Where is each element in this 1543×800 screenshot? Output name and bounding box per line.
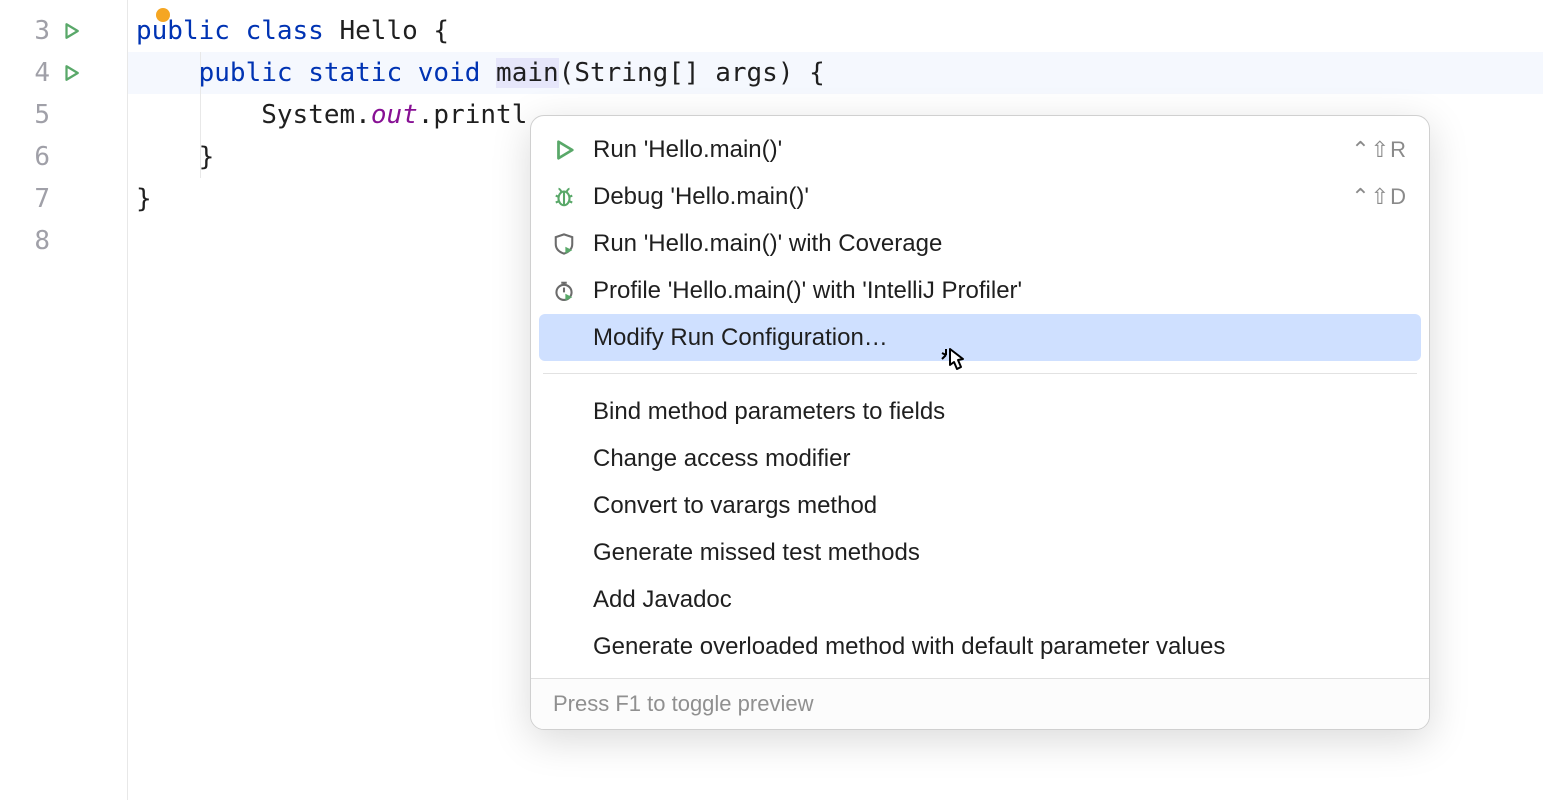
params: (String[] args) {: [559, 58, 825, 88]
menu-section-refactor: Bind method parameters to fields Change …: [531, 378, 1429, 678]
menu-separator: [543, 373, 1417, 374]
method-name: main: [496, 58, 559, 88]
gutter: 3 4 5 6 7 8: [0, 0, 128, 800]
menu-shortcut: ⌃⇧D: [1351, 184, 1407, 210]
menu-label: Convert to varargs method: [593, 492, 1407, 520]
menu-label: Change access modifier: [593, 445, 1407, 473]
indent: [136, 100, 261, 130]
menu-item-coverage[interactable]: Run 'Hello.main()' with Coverage: [531, 220, 1429, 267]
menu-label: Generate missed test methods: [593, 539, 1407, 567]
method-call: .printl: [418, 100, 528, 130]
menu-label: Modify Run Configuration…: [593, 324, 1407, 352]
class-name: Hello: [340, 16, 418, 46]
gutter-row[interactable]: 3: [0, 10, 127, 52]
line-number: 6: [30, 142, 50, 172]
code-line-highlighted[interactable]: public static void main(String[] args) {: [128, 52, 1543, 94]
menu-item-profile[interactable]: Profile 'Hello.main()' with 'IntelliJ Pr…: [531, 267, 1429, 314]
field: out: [371, 100, 418, 130]
shield-run-icon: [553, 233, 593, 255]
line-number: 4: [30, 58, 50, 88]
run-icon: [553, 139, 593, 161]
line-number: 5: [30, 100, 50, 130]
menu-label: Profile 'Hello.main()' with 'IntelliJ Pr…: [593, 277, 1407, 305]
identifier: System.: [261, 100, 371, 130]
context-menu: Run 'Hello.main()' ⌃⇧R Debug 'Hello.main…: [530, 115, 1430, 730]
run-icon[interactable]: [62, 64, 80, 82]
gutter-row[interactable]: 4: [0, 52, 127, 94]
menu-label: Generate overloaded method with default …: [593, 633, 1407, 661]
menu-section-run: Run 'Hello.main()' ⌃⇧R Debug 'Hello.main…: [531, 116, 1429, 369]
menu-item-add-javadoc[interactable]: Add Javadoc: [531, 576, 1429, 623]
menu-item-debug[interactable]: Debug 'Hello.main()' ⌃⇧D: [531, 173, 1429, 220]
menu-footer: Press F1 to toggle preview: [531, 678, 1429, 729]
menu-label: Run 'Hello.main()' with Coverage: [593, 230, 1407, 258]
warning-indicator-icon[interactable]: [156, 8, 170, 22]
menu-item-bind-params[interactable]: Bind method parameters to fields: [531, 388, 1429, 435]
menu-item-generate-tests[interactable]: Generate missed test methods: [531, 529, 1429, 576]
bug-icon: [553, 186, 593, 208]
menu-label: Add Javadoc: [593, 586, 1407, 614]
indent: [136, 142, 199, 172]
gutter-row[interactable]: 6: [0, 136, 127, 178]
footer-hint: Press F1 to toggle preview: [553, 691, 813, 716]
line-number: 7: [30, 184, 50, 214]
menu-item-run[interactable]: Run 'Hello.main()' ⌃⇧R: [531, 126, 1429, 173]
run-icon[interactable]: [62, 22, 80, 40]
gutter-row[interactable]: 5: [0, 94, 127, 136]
code-line[interactable]: public class Hello {: [128, 10, 1543, 52]
menu-item-generate-overload[interactable]: Generate overloaded method with default …: [531, 623, 1429, 670]
menu-shortcut: ⌃⇧R: [1351, 137, 1407, 163]
line-number: 8: [30, 226, 50, 256]
menu-item-varargs[interactable]: Convert to varargs method: [531, 482, 1429, 529]
indent-guide: [200, 52, 201, 178]
menu-item-modify-config[interactable]: Modify Run Configuration…: [539, 314, 1421, 361]
menu-label: Bind method parameters to fields: [593, 398, 1407, 426]
gutter-row[interactable]: 7: [0, 178, 127, 220]
menu-item-access-modifier[interactable]: Change access modifier: [531, 435, 1429, 482]
keyword: public static void: [199, 58, 496, 88]
line-number: 3: [30, 16, 50, 46]
indent: [136, 58, 199, 88]
brace: }: [136, 184, 152, 214]
menu-label: Run 'Hello.main()': [593, 136, 1351, 164]
menu-label: Debug 'Hello.main()': [593, 183, 1351, 211]
gutter-row[interactable]: 8: [0, 220, 127, 262]
brace: {: [418, 16, 449, 46]
stopwatch-run-icon: [553, 280, 593, 302]
